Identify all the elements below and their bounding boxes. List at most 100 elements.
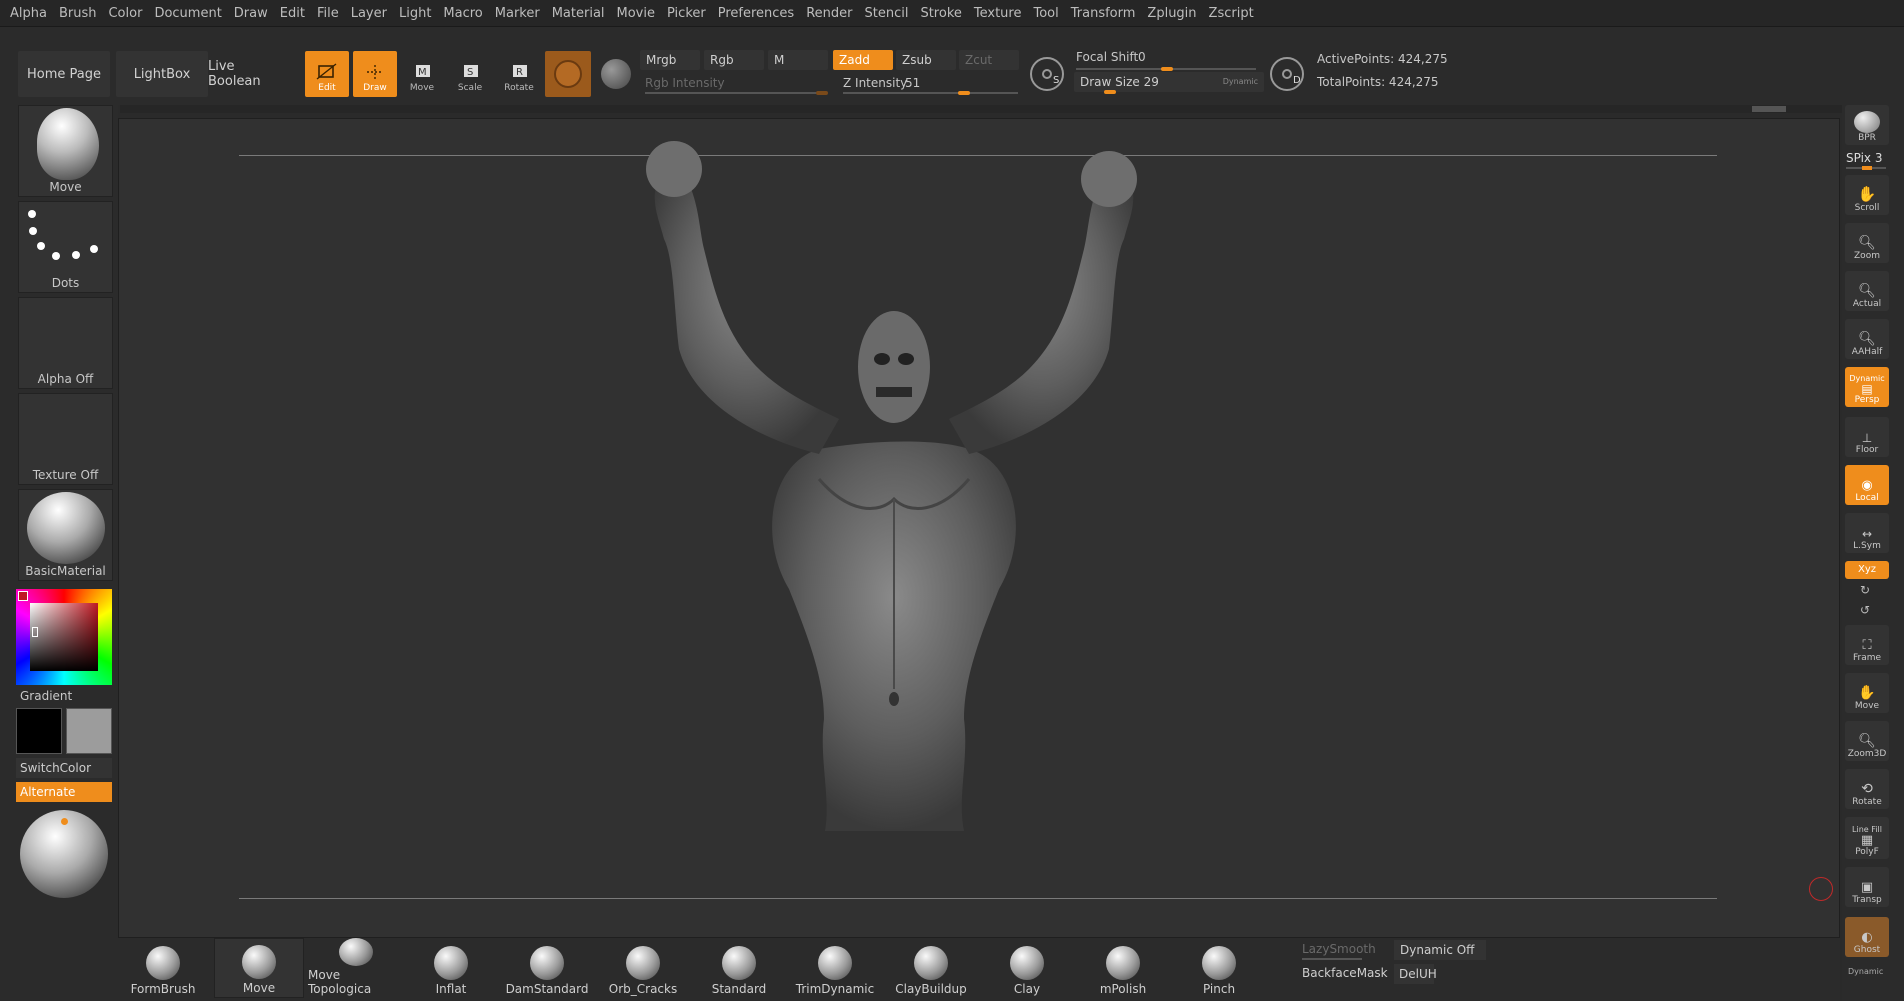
- menu-preferences[interactable]: Preferences: [718, 6, 794, 21]
- local-button[interactable]: ◉ Local: [1845, 465, 1889, 505]
- shading-sphere-icon[interactable]: [601, 59, 631, 89]
- menu-movie[interactable]: Movie: [617, 6, 655, 21]
- alternate-button[interactable]: Alternate: [16, 782, 112, 802]
- rgb-intensity-knob[interactable]: [816, 91, 828, 95]
- menu-material[interactable]: Material: [552, 6, 605, 21]
- dynamic-off-button[interactable]: Dynamic Off: [1394, 940, 1486, 960]
- persp-button[interactable]: Dynamic ▤ Persp: [1845, 367, 1889, 407]
- bpr-button[interactable]: BPR: [1845, 105, 1889, 145]
- gradient-label[interactable]: Gradient: [20, 689, 72, 703]
- menu-light[interactable]: Light: [399, 6, 431, 21]
- mrgb-button[interactable]: Mrgb: [640, 50, 700, 70]
- draw-size-knob[interactable]: [1104, 90, 1116, 94]
- menu-picker[interactable]: Picker: [667, 6, 706, 21]
- polyf-button[interactable]: Line Fill ▦ PolyF: [1845, 817, 1889, 859]
- m-button[interactable]: M: [768, 50, 828, 70]
- scroll-button[interactable]: ✋ Scroll: [1845, 175, 1889, 215]
- lazy-smooth-label[interactable]: LazySmooth: [1302, 942, 1376, 956]
- menu-transform[interactable]: Transform: [1071, 6, 1136, 21]
- rotate-view-button[interactable]: ⟲ Rotate: [1845, 769, 1889, 809]
- light-position-icon[interactable]: [61, 818, 68, 825]
- z-intensity-slider[interactable]: [843, 92, 1018, 94]
- move-tool-button[interactable]: M Move: [400, 51, 444, 97]
- texture-selector[interactable]: Texture Off: [18, 393, 113, 485]
- color-saturation-square[interactable]: [30, 603, 98, 671]
- brush-move[interactable]: Move: [214, 938, 304, 998]
- menu-layer[interactable]: Layer: [351, 6, 387, 21]
- move-view-button[interactable]: ✋ Move: [1845, 673, 1889, 713]
- brush-selector[interactable]: Move: [18, 105, 113, 197]
- menu-alpha[interactable]: Alpha: [10, 6, 47, 21]
- menu-file[interactable]: File: [317, 6, 339, 21]
- zadd-button[interactable]: Zadd: [833, 50, 893, 70]
- zoom3d-button[interactable]: 🔍︎ Zoom3D: [1845, 721, 1889, 761]
- menu-macro[interactable]: Macro: [443, 6, 482, 21]
- lazy-smooth-slider[interactable]: [1302, 958, 1362, 960]
- menu-stroke[interactable]: Stroke: [920, 6, 961, 21]
- light-sphere-icon[interactable]: [20, 810, 108, 898]
- menu-zplugin[interactable]: Zplugin: [1147, 6, 1196, 21]
- alpha-selector[interactable]: Alpha Off: [18, 297, 113, 389]
- rgb-button[interactable]: Rgb: [704, 50, 764, 70]
- menu-texture[interactable]: Texture: [974, 6, 1022, 21]
- brush-inflat[interactable]: Inflat: [406, 938, 496, 998]
- canvas-viewport[interactable]: [118, 118, 1840, 938]
- brush-formbrush[interactable]: FormBrush: [118, 938, 208, 998]
- draw-size-field[interactable]: Draw Size 29 Dynamic: [1074, 72, 1264, 92]
- rotate-tool-button[interactable]: R Rotate: [497, 51, 541, 97]
- secondary-color-swatch[interactable]: [66, 708, 112, 754]
- rotate-z-icon[interactable]: ↺: [1860, 603, 1870, 617]
- menu-document[interactable]: Document: [154, 6, 221, 21]
- spix-label[interactable]: SPix 3: [1846, 151, 1882, 165]
- menu-draw[interactable]: Draw: [234, 6, 268, 21]
- scale-tool-button[interactable]: S Scale: [448, 51, 492, 97]
- ghost-button[interactable]: ◐ Ghost: [1845, 917, 1889, 957]
- brush-mpolish[interactable]: mPolish: [1078, 938, 1168, 998]
- edit-button[interactable]: Edit: [305, 51, 349, 97]
- material-selector[interactable]: BasicMaterial: [18, 489, 113, 581]
- top-scroll-thumb[interactable]: [1752, 106, 1786, 112]
- brush-trimdynamic[interactable]: TrimDynamic: [790, 938, 880, 998]
- menu-marker[interactable]: Marker: [495, 6, 540, 21]
- z-intensity-knob[interactable]: [958, 91, 970, 95]
- rotate-y-icon[interactable]: ↻: [1860, 583, 1870, 597]
- lightbox-button[interactable]: LightBox: [116, 51, 208, 97]
- floor-button[interactable]: ⊥ Floor: [1845, 417, 1889, 457]
- brush-move-topological[interactable]: Move Topologica: [308, 938, 404, 998]
- brush-clay[interactable]: Clay: [982, 938, 1072, 998]
- stroke-selector[interactable]: Dots: [18, 201, 113, 293]
- menu-edit[interactable]: Edit: [280, 6, 305, 21]
- transp-button[interactable]: ▣ Transp: [1845, 867, 1889, 907]
- rgb-intensity-slider[interactable]: [645, 92, 825, 94]
- color-picker[interactable]: [16, 589, 112, 685]
- home-page-button[interactable]: Home Page: [18, 51, 110, 97]
- brush-standard[interactable]: Standard: [694, 938, 784, 998]
- aahalf-button[interactable]: 🔍︎ AAHalf: [1845, 319, 1889, 359]
- switch-color-button[interactable]: SwitchColor: [16, 758, 112, 778]
- spix-knob[interactable]: [1862, 166, 1872, 170]
- focal-shift-knob[interactable]: [1161, 67, 1173, 71]
- material-swatch-button[interactable]: [545, 51, 591, 97]
- zcut-button[interactable]: Zcut: [959, 50, 1019, 70]
- brush-orb-cracks[interactable]: Orb_Cracks: [598, 938, 688, 998]
- live-boolean-button[interactable]: Live Boolean: [208, 51, 290, 97]
- lsym-button[interactable]: ↔ L.Sym: [1845, 513, 1889, 553]
- menu-color[interactable]: Color: [108, 6, 142, 21]
- menu-brush[interactable]: Brush: [59, 6, 97, 21]
- menu-stencil[interactable]: Stencil: [864, 6, 908, 21]
- main-color-swatch[interactable]: [16, 708, 62, 754]
- menu-zscript[interactable]: Zscript: [1209, 6, 1254, 21]
- brush-damstandard[interactable]: DamStandard: [502, 938, 592, 998]
- zoom-button[interactable]: 🔍︎ Zoom: [1845, 223, 1889, 263]
- brush-claybuildup[interactable]: ClayBuildup: [886, 938, 976, 998]
- menu-render[interactable]: Render: [806, 6, 852, 21]
- brush-pinch[interactable]: Pinch: [1174, 938, 1264, 998]
- frame-button[interactable]: ⛶ Frame: [1845, 625, 1889, 665]
- deluh-button[interactable]: DelUH: [1394, 964, 1437, 984]
- draw-button[interactable]: Draw: [353, 51, 397, 97]
- xyz-button[interactable]: Xyz: [1845, 561, 1889, 579]
- backface-mask-button[interactable]: BackfaceMask: [1302, 966, 1388, 980]
- zsub-button[interactable]: Zsub: [896, 50, 956, 70]
- menu-tool[interactable]: Tool: [1033, 6, 1058, 21]
- actual-button[interactable]: 🔍︎ Actual: [1845, 271, 1889, 311]
